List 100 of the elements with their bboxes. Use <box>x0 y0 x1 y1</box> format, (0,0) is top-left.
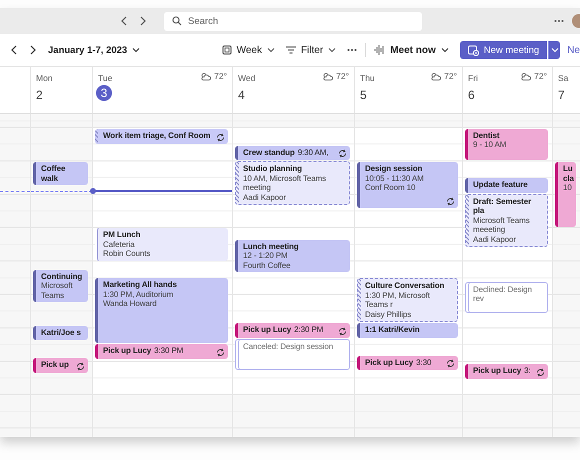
event-title: Marketing All hands <box>103 280 177 290</box>
event-detail: 10:05 - 11:30 AM <box>365 174 425 184</box>
caret-icon[interactable] <box>440 47 449 53</box>
event-title: Work item triage, Conf Room <box>103 130 210 140</box>
temperature: 72° <box>336 71 349 81</box>
previous-icon[interactable] <box>10 45 18 55</box>
caret-icon[interactable] <box>266 47 275 53</box>
event-title: Pick up Lucy <box>243 325 292 334</box>
cloud-sun-icon <box>322 72 334 80</box>
calendar-event[interactable]: Pick up Lucy 3: <box>465 364 548 379</box>
caret-icon[interactable] <box>328 47 336 53</box>
date-range-button[interactable]: January 1-7, 2023 <box>48 44 128 56</box>
caret-icon[interactable] <box>132 47 140 53</box>
calendar-event[interactable]: Continuing Microsoft Teams <box>33 270 88 302</box>
calendar-event[interactable]: Update feature <box>465 178 548 193</box>
event-title: Update feature <box>473 180 528 189</box>
calendar-event[interactable]: Pick up Lucy 3:30 PM <box>95 344 228 359</box>
calendar-event[interactable]: Studio planning 10 AM, Microsoft Teams meeting Aadi Kapoor <box>235 161 350 206</box>
event-detail: Conf Room 10 <box>365 183 416 193</box>
back-icon[interactable] <box>120 16 128 26</box>
day-date[interactable]: 5 <box>360 87 376 103</box>
event-detail: 10 AM, Microsoft Teams meeting <box>243 174 328 193</box>
day-date[interactable]: 2 <box>36 87 52 103</box>
calendar-event[interactable]: Crew standup 9:30 AM, <box>235 146 350 160</box>
calendar-event[interactable]: Draft: Semester pla Microsoft Teams meeeting Aadi Kapoor <box>465 194 548 248</box>
day-date[interactable]: 7 <box>558 87 574 103</box>
event-detail: Cafeteria <box>103 240 136 250</box>
calendar-event[interactable]: Canceled: Design session <box>235 338 350 370</box>
caret-icon <box>550 47 559 53</box>
week-view-button[interactable]: Week <box>236 44 262 56</box>
forward-icon[interactable] <box>139 16 147 26</box>
event-time: 3:30 <box>415 358 432 367</box>
filter-button[interactable]: Filter <box>300 44 324 56</box>
calendar-event[interactable]: 1:1 Katri/Kevin <box>357 323 458 338</box>
event-detail: Aadi Kapoor <box>473 234 517 244</box>
temperature: 72° <box>444 71 457 81</box>
event-title: Coffee walk <box>41 164 66 183</box>
dropdown-button[interactable] <box>548 41 560 59</box>
event-detail: Microsoft Teams <box>41 281 74 300</box>
filter-icon <box>286 46 296 54</box>
calendar-add-icon <box>468 44 479 56</box>
more-icon[interactable] <box>347 48 358 52</box>
calendar-event[interactable]: Pick up Lucy 3:30 <box>357 356 458 370</box>
event-detail: Robin Counts <box>103 249 152 259</box>
day-name: Sa <box>558 73 568 83</box>
event-title: Lunch meeting <box>243 242 299 251</box>
event-title: Declined: Design rev <box>473 284 532 304</box>
event-title: Continuing <box>41 272 82 281</box>
event-title: PM Lunch <box>103 230 140 240</box>
calendar-event[interactable]: Declined: Design rev <box>465 282 548 313</box>
day-name: Tue <box>98 73 112 83</box>
cloud-sun-icon <box>200 72 212 80</box>
calendar-event[interactable]: Coffee walk <box>33 162 88 186</box>
day-name: Wed <box>238 73 256 83</box>
event-title: Dentist <box>473 130 500 140</box>
day-date[interactable]: 3 <box>96 85 112 101</box>
day-date[interactable]: 6 <box>468 87 484 103</box>
calendar-event[interactable]: Design session 10:05 - 11:30 AM Conf Room 10 <box>357 162 458 208</box>
event-time: 2:30 PM <box>293 325 324 334</box>
event-title: Culture Conversation <box>365 281 444 290</box>
event-title: Pick up Lucy <box>103 346 152 356</box>
search-icon <box>172 16 182 26</box>
calendar-icon <box>222 45 232 55</box>
event-time: 3: <box>523 366 531 376</box>
cloud-sun-icon <box>430 72 442 80</box>
event-title: Canceled: Design session <box>243 342 334 351</box>
event-title: Pick up Lucy <box>473 366 522 376</box>
event-time: 3:30 PM <box>153 346 184 356</box>
meet-now-button[interactable]: Meet now <box>390 44 436 56</box>
calendar-event[interactable]: Dentist 9 - 10 AM <box>465 128 548 160</box>
day-name: Thu <box>360 73 375 83</box>
event-title: Katri/Joe s <box>41 328 81 337</box>
event-detail: Aadi Kapoor <box>243 192 287 202</box>
calendar-event[interactable]: Katri/Joe s <box>33 326 88 340</box>
calendar-event[interactable]: Marketing All hands 1:30 PM, Auditorium Wanda Howard <box>95 278 228 344</box>
new-meeting-button[interactable]: New meeting <box>460 41 548 59</box>
event-detail: 1:30 PM, Auditorium <box>103 290 174 300</box>
event-detail: 9 - 10 AM <box>473 140 508 150</box>
next-icon[interactable] <box>29 45 37 55</box>
event-title: Pick up Lucy <box>365 358 414 367</box>
calendar-event[interactable]: PM Lunch Cafeteria Robin Counts <box>95 228 228 261</box>
calendar-event[interactable]: Culture Conversation 1:30 PM, Microsoft Teams r Daisy Phillips <box>357 278 458 322</box>
search-field[interactable]: Search <box>164 12 422 30</box>
day-date[interactable]: 4 <box>238 87 254 103</box>
calendar-event[interactable]: Lu cla 10 <box>555 162 576 228</box>
cloud-sun-icon <box>520 72 532 80</box>
calendar-event[interactable]: Pick up Lucy 2:30 PM <box>235 323 350 338</box>
calendar-event[interactable]: Work item triage, Conf Room <box>95 128 228 144</box>
calendar-event[interactable]: Lunch meeting 12 - 1:20 PM Fourth Coffee <box>235 240 350 272</box>
event-title: Crew standup <box>243 148 295 157</box>
event-detail: Daisy Phillips <box>365 310 412 320</box>
event-title: Lu cla <box>563 164 574 183</box>
temperature: 72° <box>214 71 227 81</box>
event-detail: 1:30 PM, Microsoft Teams r <box>365 290 431 310</box>
toolbar-link[interactable]: Ne <box>567 44 580 56</box>
calendar-event[interactable]: Pick up <box>33 358 88 373</box>
event-detail: Wanda Howard <box>103 299 158 309</box>
event-title: Design session <box>365 164 422 174</box>
more-icon[interactable] <box>554 19 564 23</box>
day-name: Mon <box>36 73 53 83</box>
